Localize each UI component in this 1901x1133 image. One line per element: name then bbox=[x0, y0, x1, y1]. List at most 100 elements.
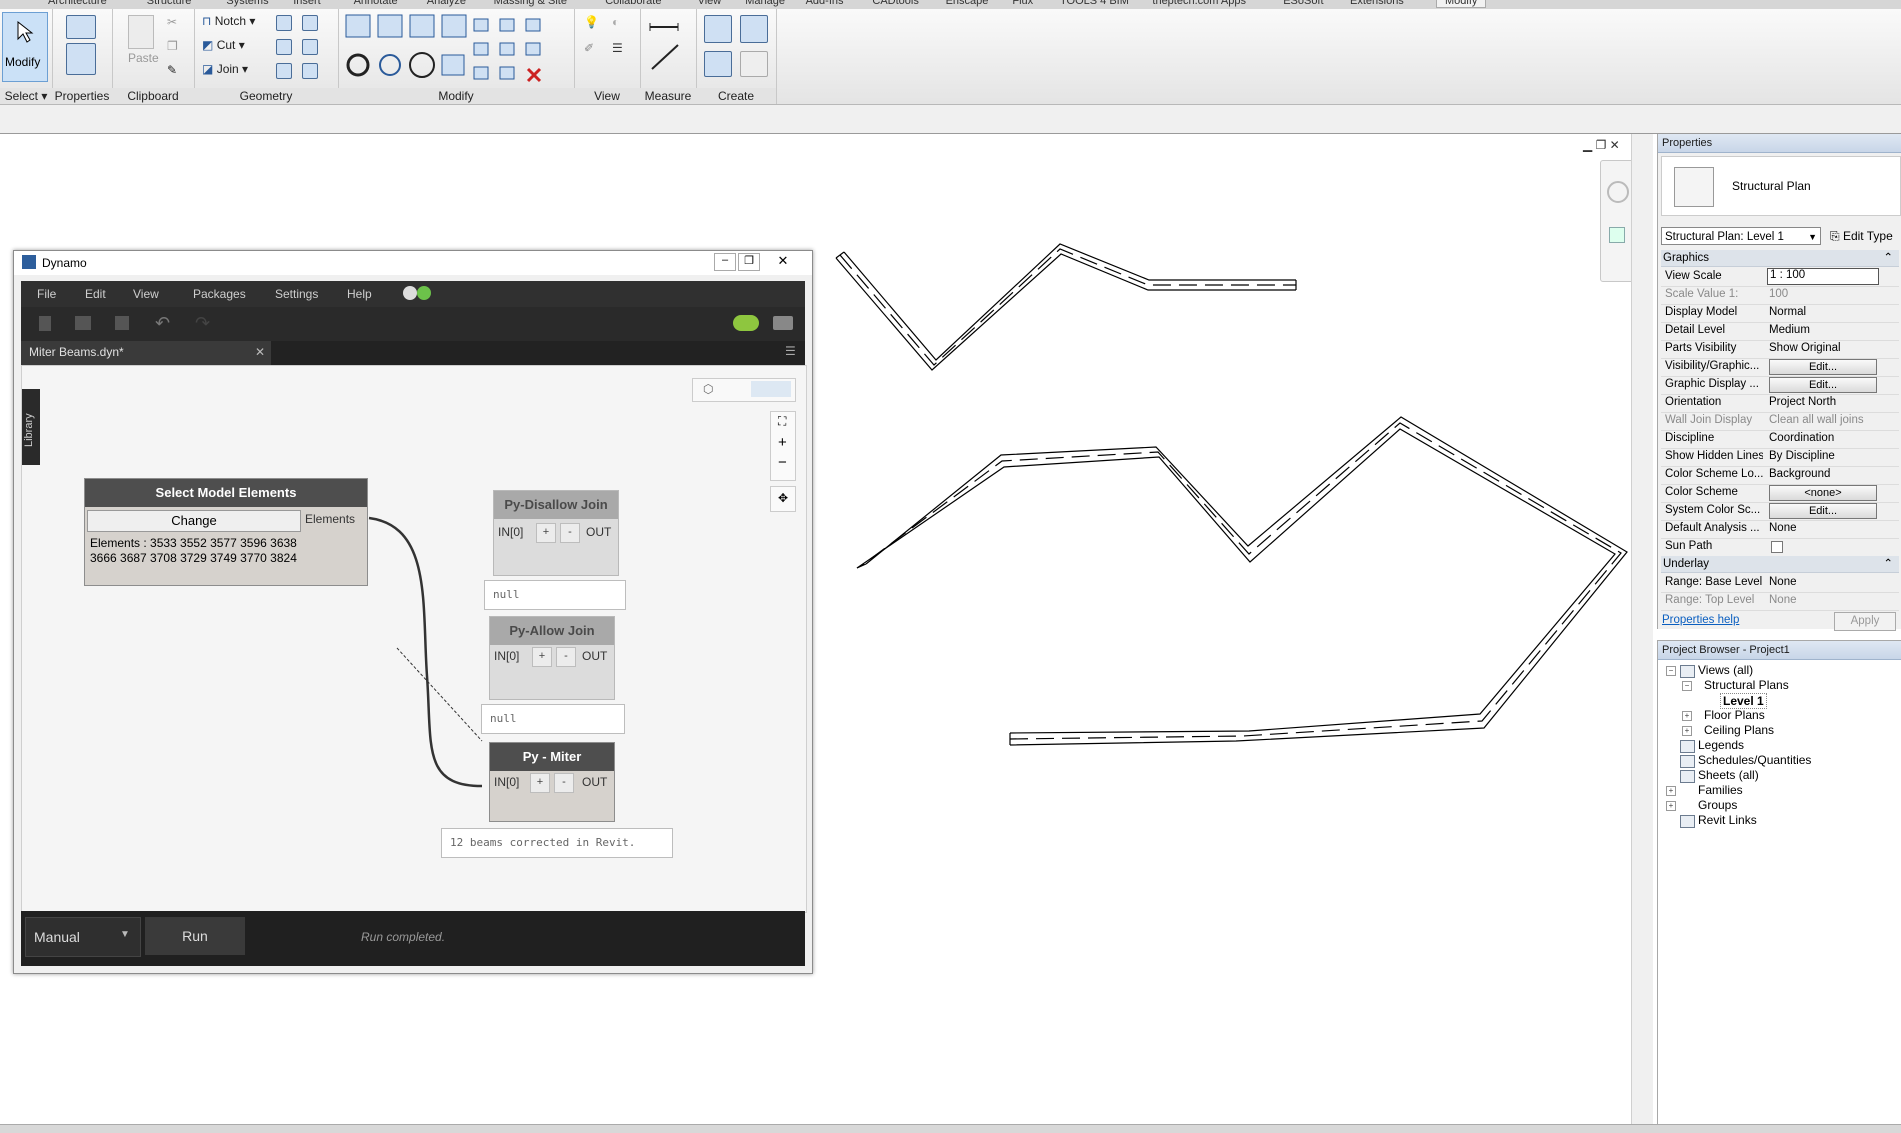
close-icon[interactable]: ✕ bbox=[772, 253, 794, 269]
ribbon-tab-annotate[interactable]: Annotate bbox=[354, 0, 398, 7]
remove-input-button[interactable]: - bbox=[554, 773, 574, 793]
new-file-icon[interactable] bbox=[39, 316, 51, 331]
minimize-icon[interactable]: – bbox=[714, 253, 736, 271]
tab-close-icon[interactable]: ✕ bbox=[255, 345, 265, 359]
select-dropdown[interactable]: Select ▾ bbox=[0, 88, 52, 104]
view-window-controls[interactable]: ▁ ❐ ✕ bbox=[1583, 138, 1620, 152]
workspace-tab[interactable]: Miter Beams.dyn* ✕ bbox=[21, 341, 271, 365]
property-edit-button[interactable]: <none> bbox=[1769, 485, 1877, 501]
apply-button[interactable]: Apply bbox=[1834, 612, 1896, 631]
node-py-miter[interactable]: Py - Miter IN[0] + - OUT bbox=[489, 742, 615, 822]
create-group-icon[interactable] bbox=[740, 51, 768, 77]
property-row[interactable]: Sun Path bbox=[1661, 538, 1899, 557]
notch-button[interactable]: ⊓ Notch ▾ bbox=[202, 14, 255, 28]
add-input-button[interactable]: + bbox=[536, 523, 556, 543]
browser-item[interactable]: Structural Plans bbox=[1704, 678, 1789, 692]
browser-item[interactable]: Families bbox=[1698, 783, 1743, 797]
hide-icon[interactable]: ◐ bbox=[612, 15, 619, 29]
browser-item[interactable]: Legends bbox=[1698, 738, 1744, 752]
copy-icon[interactable]: ❐ bbox=[167, 39, 178, 53]
type-properties-icon[interactable] bbox=[66, 15, 96, 39]
ribbon-tab-analyze[interactable]: Analyze bbox=[427, 0, 466, 7]
browser-item[interactable]: Groups bbox=[1698, 798, 1737, 812]
status-icon[interactable] bbox=[417, 286, 431, 300]
browser-item[interactable]: Schedules/Quantities bbox=[1698, 753, 1811, 767]
tree-toggle-icon[interactable]: − bbox=[1682, 681, 1692, 691]
split-face-icon[interactable] bbox=[302, 15, 318, 31]
property-row[interactable]: Default Analysis ... None bbox=[1661, 520, 1899, 539]
menu-help[interactable]: Help bbox=[347, 287, 372, 301]
ribbon-tab-systems[interactable]: Systems bbox=[226, 0, 268, 7]
property-value-input[interactable]: 1 : 100 bbox=[1767, 268, 1879, 285]
tree-toggle-icon[interactable]: + bbox=[1666, 786, 1676, 796]
sun-path-checkbox[interactable] bbox=[1771, 541, 1783, 553]
property-row[interactable]: System Color Sc... Edit... bbox=[1661, 502, 1899, 521]
camera-icon[interactable] bbox=[773, 316, 793, 330]
modify-button[interactable]: Modify bbox=[2, 12, 48, 82]
add-input-button[interactable]: + bbox=[530, 773, 550, 793]
zoom-icon[interactable] bbox=[1609, 227, 1625, 243]
property-row[interactable]: Range: Top Level None bbox=[1661, 592, 1899, 611]
ribbon-tab-massing-site[interactable]: Massing & Site bbox=[494, 0, 567, 7]
open-icon[interactable] bbox=[75, 316, 91, 330]
cloud-download-icon[interactable] bbox=[733, 315, 759, 331]
browser-item[interactable]: Level 1 bbox=[1720, 693, 1767, 709]
ribbon-tab-flux[interactable]: Flux bbox=[1012, 0, 1033, 7]
browser-item[interactable]: Floor Plans bbox=[1704, 708, 1765, 722]
create-assembly-icon[interactable] bbox=[704, 15, 732, 43]
ribbon-tab-tools-4-bim[interactable]: TOOLS 4 BIM bbox=[1060, 0, 1129, 7]
paint-icon[interactable] bbox=[302, 39, 318, 55]
underlay-section[interactable]: Underlay ⌃ bbox=[1661, 556, 1899, 573]
tree-toggle-icon[interactable]: − bbox=[1666, 666, 1676, 676]
notification-icon[interactable] bbox=[403, 286, 417, 300]
steering-wheel-icon[interactable] bbox=[1607, 181, 1629, 203]
join-button[interactable]: ◪ Join ▾ bbox=[202, 62, 248, 76]
match-properties-icon[interactable]: ✎ bbox=[167, 63, 177, 77]
paste-button[interactable]: Paste bbox=[128, 51, 159, 65]
ribbon-tab-add-ins[interactable]: Add-Ins bbox=[806, 0, 844, 7]
ribbon-tab-cadtools[interactable]: CADtools bbox=[872, 0, 918, 7]
dynamo-title-bar[interactable]: Dynamo – ❐ ✕ bbox=[14, 251, 812, 275]
property-row[interactable]: Detail Level Medium bbox=[1661, 322, 1899, 341]
remove-input-button[interactable]: - bbox=[560, 523, 580, 543]
property-row[interactable]: Graphic Display ... Edit... bbox=[1661, 376, 1899, 395]
drawing-vertical-scrollbar[interactable] bbox=[1631, 134, 1653, 1124]
property-row[interactable]: Display Model Normal bbox=[1661, 304, 1899, 323]
ribbon-tab-manage[interactable]: Manage bbox=[745, 0, 785, 7]
view-selector[interactable]: Structural Plan: Level 1 ▼ bbox=[1661, 227, 1821, 245]
property-row[interactable]: Color Scheme Lo... Background bbox=[1661, 466, 1899, 485]
ribbon-tab-extensions[interactable]: Extensions bbox=[1350, 0, 1404, 7]
modify-tools-icons[interactable] bbox=[344, 13, 570, 83]
property-row[interactable]: Scale Value 1: 100 bbox=[1661, 286, 1899, 305]
ribbon-tab-enscape[interactable]: Enscape bbox=[946, 0, 989, 7]
ribbon-tab-theptech-com-apps[interactable]: theptech.com Apps bbox=[1152, 0, 1246, 7]
beam-join-icon[interactable] bbox=[276, 39, 292, 55]
browser-item[interactable]: Views (all) bbox=[1698, 663, 1753, 677]
edit-type-button[interactable]: ⎘ Edit Type bbox=[1830, 229, 1893, 244]
input-port[interactable]: IN[0] bbox=[498, 525, 523, 539]
node-py-allow-join[interactable]: Py-Allow Join IN[0] + - OUT bbox=[489, 616, 615, 700]
graphics-section[interactable]: Graphics ⌃ bbox=[1661, 250, 1899, 267]
output-port[interactable]: OUT bbox=[582, 775, 607, 789]
tree-toggle-icon[interactable]: + bbox=[1666, 801, 1676, 811]
property-edit-button[interactable]: Edit... bbox=[1769, 503, 1877, 519]
property-row[interactable]: Orientation Project North bbox=[1661, 394, 1899, 413]
ribbon-tab-insert[interactable]: Insert bbox=[293, 0, 321, 7]
dynamo-canvas[interactable]: Library ⬡ ⛶ + − ✥ Select Model Elements … bbox=[21, 365, 807, 913]
ribbon-tab-esosoft[interactable]: ESoSoft bbox=[1283, 0, 1323, 7]
output-port[interactable]: OUT bbox=[586, 525, 611, 539]
override-icon[interactable]: ☰ bbox=[612, 41, 623, 55]
tree-toggle-icon[interactable]: + bbox=[1682, 711, 1692, 721]
measure-icon[interactable] bbox=[648, 17, 688, 75]
save-icon[interactable] bbox=[115, 316, 129, 330]
browser-item[interactable]: Revit Links bbox=[1698, 813, 1757, 827]
output-port[interactable]: OUT bbox=[582, 649, 607, 663]
tree-toggle-icon[interactable]: + bbox=[1682, 726, 1692, 736]
properties-help-link[interactable]: Properties help bbox=[1662, 614, 1739, 626]
menu-settings[interactable]: Settings bbox=[275, 287, 318, 301]
tab-menu-icon[interactable]: ☰ bbox=[785, 344, 796, 358]
menu-file[interactable]: File bbox=[37, 287, 56, 301]
cut-clipboard-icon[interactable]: ✂ bbox=[167, 15, 177, 29]
property-row[interactable]: Color Scheme <none> bbox=[1661, 484, 1899, 503]
demolish-icon[interactable] bbox=[276, 63, 292, 79]
